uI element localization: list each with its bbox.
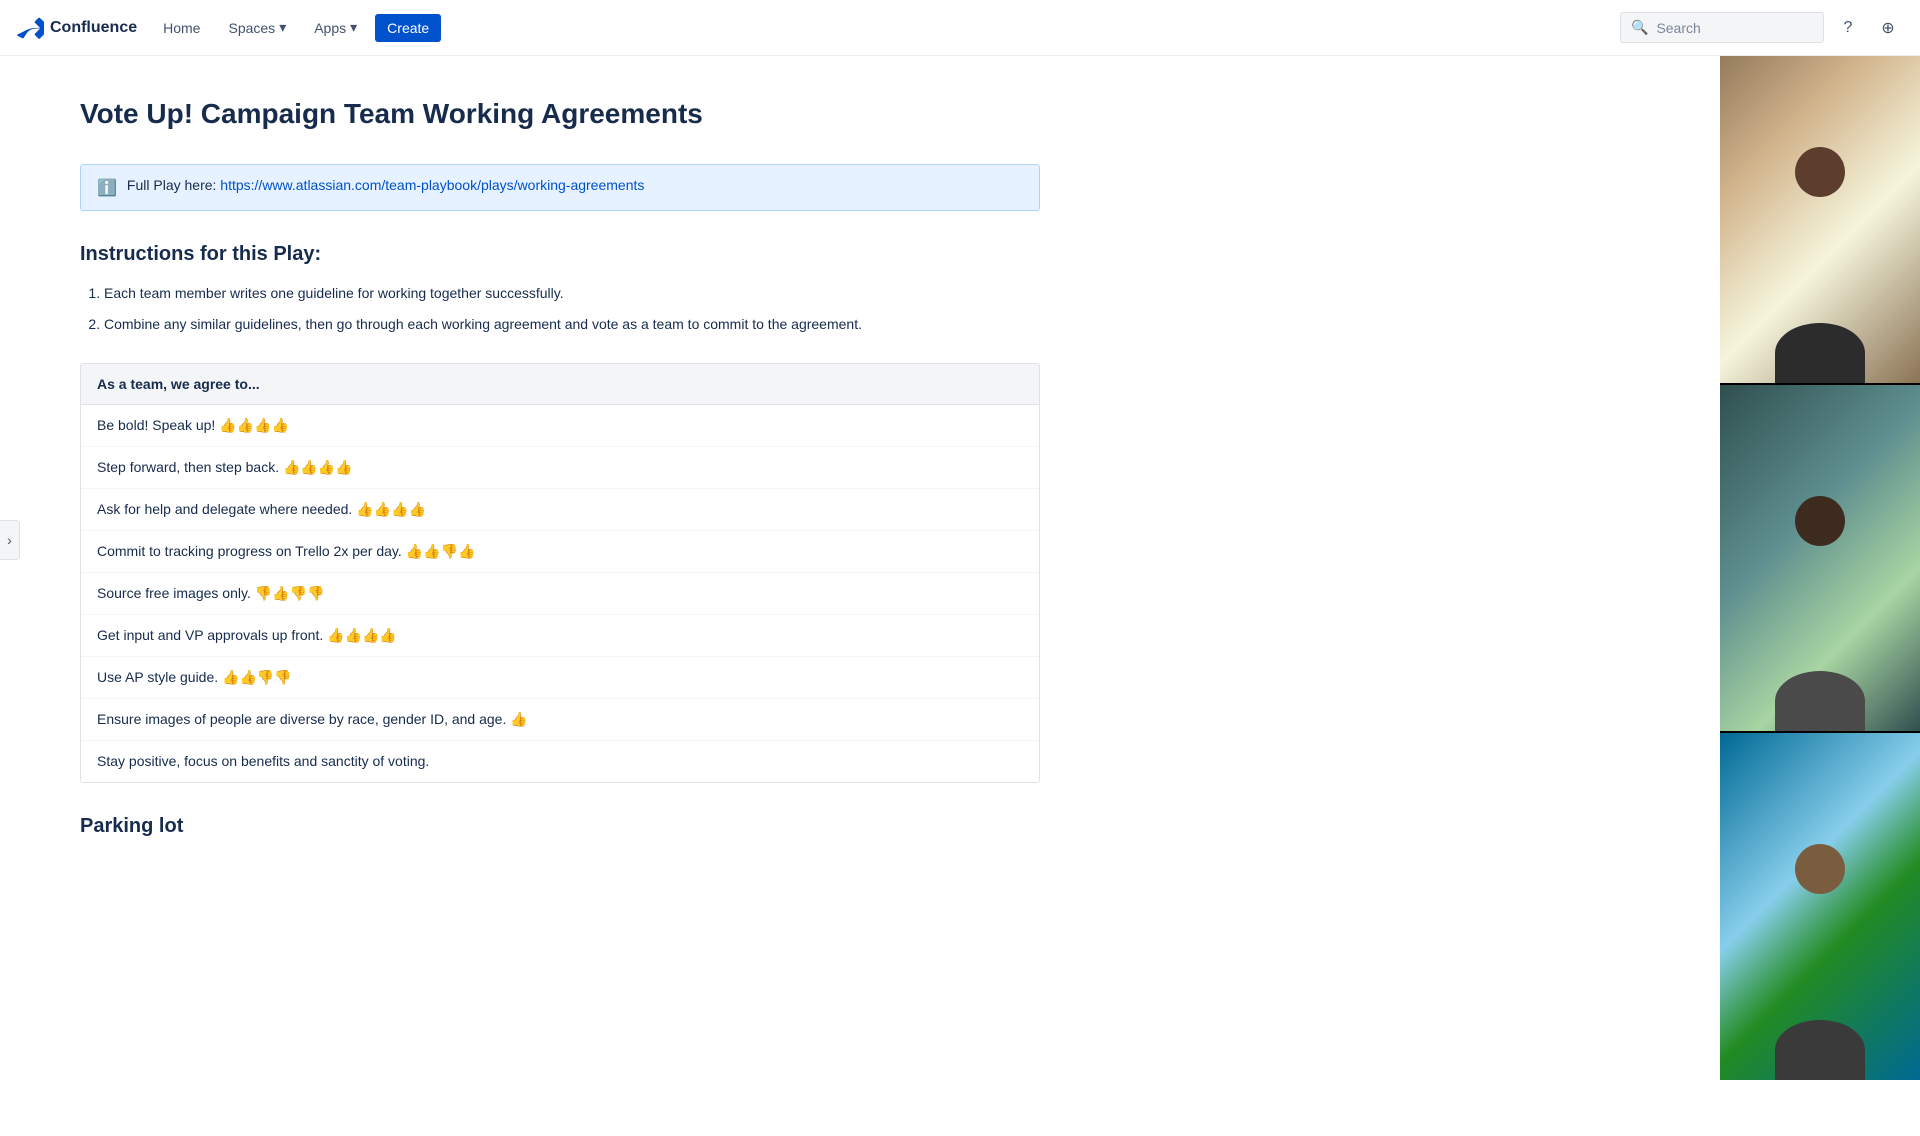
agreement-row: Get input and VP approvals up front. 👍👍👍… xyxy=(81,615,1039,657)
page-title: Vote Up! Campaign Team Working Agreement… xyxy=(80,96,1040,132)
agreement-row: Ask for help and delegate where needed. … xyxy=(81,489,1039,531)
help-icon: ? xyxy=(1844,19,1853,37)
instruction-item-1: Each team member writes one guideline fo… xyxy=(104,282,1040,304)
agreement-row: Step forward, then step back. 👍👍👍👍 xyxy=(81,447,1039,489)
spaces-chevron-icon: ▾ xyxy=(279,19,286,36)
person-1-head xyxy=(1795,147,1845,197)
person-1-body xyxy=(1775,323,1865,383)
instructions-title: Instructions for this Play: xyxy=(80,243,1040,266)
parking-lot-title: Parking lot xyxy=(80,815,1040,838)
person-3-overlay xyxy=(1760,803,1880,1080)
help-button[interactable]: ? xyxy=(1832,12,1864,44)
person-3-head xyxy=(1795,844,1845,894)
agreement-row: Commit to tracking progress on Trello 2x… xyxy=(81,531,1039,573)
confluence-logo-text: Confluence xyxy=(50,19,137,37)
user-icon: ⊕ xyxy=(1881,18,1894,38)
video-cell-3 xyxy=(1720,733,1920,1080)
topnav: Confluence Home Spaces ▾ Apps ▾ Create 🔍… xyxy=(0,0,1920,56)
info-icon: ℹ️ xyxy=(97,178,117,198)
instructions-list: Each team member writes one guideline fo… xyxy=(80,282,1040,335)
video-panel xyxy=(1720,36,1920,1080)
search-box[interactable]: 🔍 Search xyxy=(1620,12,1824,43)
create-button[interactable]: Create xyxy=(375,14,441,42)
search-placeholder: Search xyxy=(1656,20,1700,36)
agreement-row: Be bold! Speak up! 👍👍👍👍 xyxy=(81,405,1039,447)
apps-chevron-icon: ▾ xyxy=(350,19,357,36)
agreement-row: Use AP style guide. 👍👍👎👎 xyxy=(81,657,1039,699)
person-1-overlay xyxy=(1760,105,1880,382)
person-2-head xyxy=(1795,496,1845,546)
agreements-table: As a team, we agree to... Be bold! Speak… xyxy=(80,363,1040,783)
main-content: Vote Up! Campaign Team Working Agreement… xyxy=(0,56,1100,1080)
spaces-nav-link[interactable]: Spaces ▾ xyxy=(218,13,296,42)
sidebar-expand-icon: › xyxy=(7,532,12,548)
agreement-row: Ensure images of people are diverse by r… xyxy=(81,699,1039,741)
agreements-header: As a team, we agree to... xyxy=(81,364,1039,405)
agreement-row: Stay positive, focus on benefits and san… xyxy=(81,741,1039,782)
info-banner-text: Full Play here: https://www.atlassian.co… xyxy=(127,177,644,193)
apps-nav-link[interactable]: Apps ▾ xyxy=(304,13,367,42)
person-3-body xyxy=(1775,1020,1865,1080)
person-2-overlay xyxy=(1760,454,1880,731)
sidebar-toggle-button[interactable]: › xyxy=(0,520,20,560)
info-banner: ℹ️ Full Play here: https://www.atlassian… xyxy=(80,164,1040,211)
search-icon: 🔍 xyxy=(1631,19,1648,36)
home-nav-link[interactable]: Home xyxy=(153,14,210,42)
person-2-body xyxy=(1775,671,1865,731)
video-cell-2 xyxy=(1720,385,1920,734)
video-cell-1 xyxy=(1720,36,1920,385)
confluence-logo[interactable]: Confluence xyxy=(16,14,137,42)
agreement-row: Source free images only. 👎👍👎👎 xyxy=(81,573,1039,615)
playbook-link[interactable]: https://www.atlassian.com/team-playbook/… xyxy=(220,177,644,193)
user-profile-button[interactable]: ⊕ xyxy=(1872,12,1904,44)
instruction-item-2: Combine any similar guidelines, then go … xyxy=(104,313,1040,335)
